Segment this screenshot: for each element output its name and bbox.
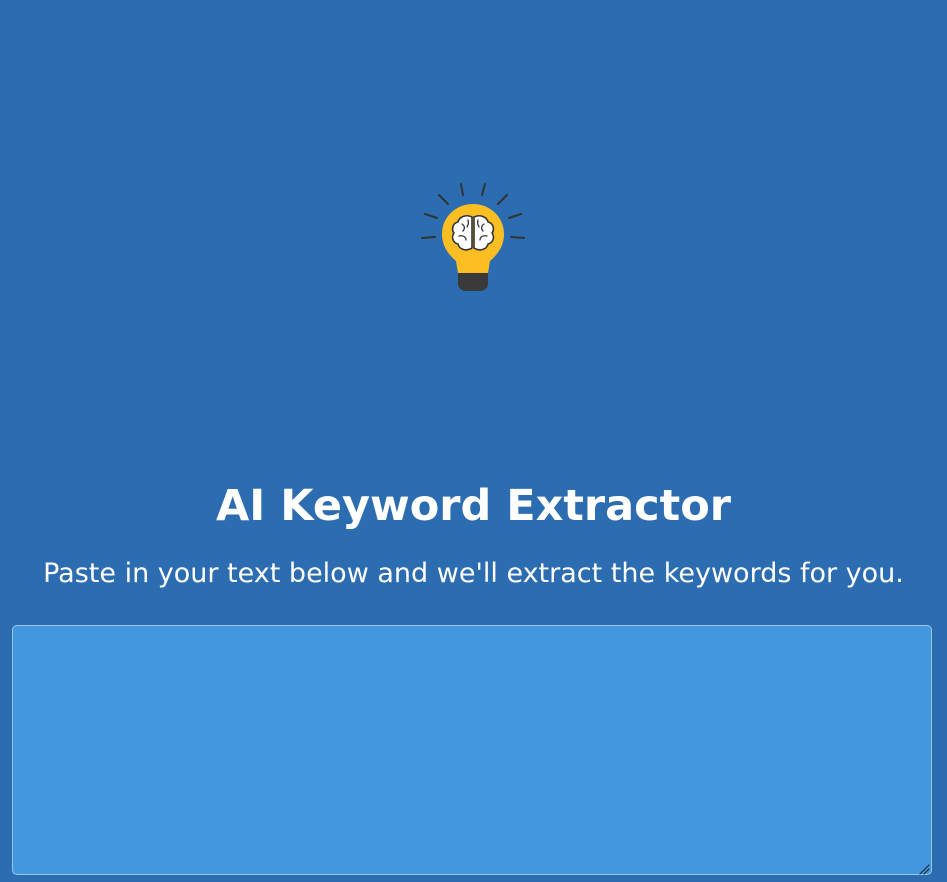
page-subtitle: Paste in your text below and we'll extra…	[43, 558, 904, 589]
page-title: AI Keyword Extractor	[216, 481, 731, 531]
text-input[interactable]	[12, 625, 932, 875]
resize-handle-icon[interactable]	[917, 860, 930, 875]
lightbulb-brain-icon	[418, 180, 528, 295]
